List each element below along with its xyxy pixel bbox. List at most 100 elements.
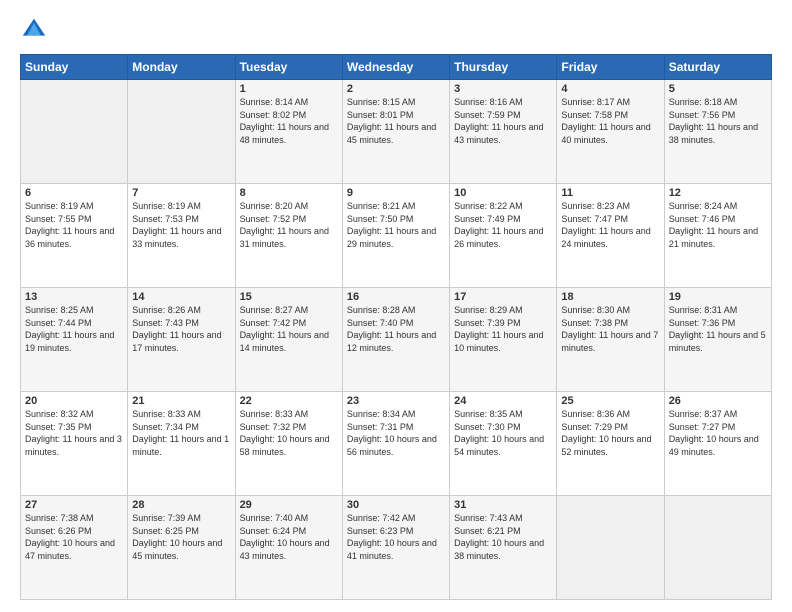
day-header-wednesday: Wednesday [342,55,449,80]
calendar-cell: 14Sunrise: 8:26 AM Sunset: 7:43 PM Dayli… [128,288,235,392]
day-number: 15 [240,291,338,303]
day-number: 25 [561,395,659,407]
logo-icon [20,16,48,44]
cell-info: Sunrise: 8:33 AM Sunset: 7:32 PM Dayligh… [240,408,338,458]
calendar-cell: 17Sunrise: 8:29 AM Sunset: 7:39 PM Dayli… [450,288,557,392]
day-number: 14 [132,291,230,303]
day-number: 6 [25,187,123,199]
calendar-cell: 1Sunrise: 8:14 AM Sunset: 8:02 PM Daylig… [235,80,342,184]
cell-info: Sunrise: 8:28 AM Sunset: 7:40 PM Dayligh… [347,304,445,354]
cell-info: Sunrise: 8:24 AM Sunset: 7:46 PM Dayligh… [669,200,767,250]
day-number: 11 [561,187,659,199]
calendar: SundayMondayTuesdayWednesdayThursdayFrid… [20,54,772,600]
cell-info: Sunrise: 8:33 AM Sunset: 7:34 PM Dayligh… [132,408,230,458]
cell-info: Sunrise: 7:40 AM Sunset: 6:24 PM Dayligh… [240,512,338,562]
day-number: 12 [669,187,767,199]
calendar-cell: 26Sunrise: 8:37 AM Sunset: 7:27 PM Dayli… [664,392,771,496]
calendar-cell: 23Sunrise: 8:34 AM Sunset: 7:31 PM Dayli… [342,392,449,496]
cell-info: Sunrise: 7:42 AM Sunset: 6:23 PM Dayligh… [347,512,445,562]
week-row-5: 27Sunrise: 7:38 AM Sunset: 6:26 PM Dayli… [21,496,772,600]
calendar-cell [557,496,664,600]
calendar-cell: 22Sunrise: 8:33 AM Sunset: 7:32 PM Dayli… [235,392,342,496]
day-number: 2 [347,83,445,95]
calendar-cell: 18Sunrise: 8:30 AM Sunset: 7:38 PM Dayli… [557,288,664,392]
day-number: 30 [347,499,445,511]
day-number: 31 [454,499,552,511]
cell-info: Sunrise: 8:19 AM Sunset: 7:55 PM Dayligh… [25,200,123,250]
day-header-tuesday: Tuesday [235,55,342,80]
cell-info: Sunrise: 7:39 AM Sunset: 6:25 PM Dayligh… [132,512,230,562]
calendar-cell: 13Sunrise: 8:25 AM Sunset: 7:44 PM Dayli… [21,288,128,392]
day-number: 13 [25,291,123,303]
cell-info: Sunrise: 8:20 AM Sunset: 7:52 PM Dayligh… [240,200,338,250]
calendar-cell: 6Sunrise: 8:19 AM Sunset: 7:55 PM Daylig… [21,184,128,288]
day-number: 23 [347,395,445,407]
cell-info: Sunrise: 8:17 AM Sunset: 7:58 PM Dayligh… [561,96,659,146]
cell-info: Sunrise: 8:16 AM Sunset: 7:59 PM Dayligh… [454,96,552,146]
week-row-2: 6Sunrise: 8:19 AM Sunset: 7:55 PM Daylig… [21,184,772,288]
cell-info: Sunrise: 8:31 AM Sunset: 7:36 PM Dayligh… [669,304,767,354]
calendar-cell: 16Sunrise: 8:28 AM Sunset: 7:40 PM Dayli… [342,288,449,392]
cell-info: Sunrise: 7:43 AM Sunset: 6:21 PM Dayligh… [454,512,552,562]
cell-info: Sunrise: 8:32 AM Sunset: 7:35 PM Dayligh… [25,408,123,458]
cell-info: Sunrise: 8:26 AM Sunset: 7:43 PM Dayligh… [132,304,230,354]
day-header-sunday: Sunday [21,55,128,80]
calendar-cell [664,496,771,600]
day-number: 28 [132,499,230,511]
calendar-cell: 2Sunrise: 8:15 AM Sunset: 8:01 PM Daylig… [342,80,449,184]
day-number: 4 [561,83,659,95]
day-header-saturday: Saturday [664,55,771,80]
cell-info: Sunrise: 8:23 AM Sunset: 7:47 PM Dayligh… [561,200,659,250]
cell-info: Sunrise: 8:34 AM Sunset: 7:31 PM Dayligh… [347,408,445,458]
calendar-cell: 29Sunrise: 7:40 AM Sunset: 6:24 PM Dayli… [235,496,342,600]
day-number: 29 [240,499,338,511]
day-number: 27 [25,499,123,511]
calendar-cell: 27Sunrise: 7:38 AM Sunset: 6:26 PM Dayli… [21,496,128,600]
week-row-1: 1Sunrise: 8:14 AM Sunset: 8:02 PM Daylig… [21,80,772,184]
calendar-cell: 12Sunrise: 8:24 AM Sunset: 7:46 PM Dayli… [664,184,771,288]
logo [20,16,52,44]
day-number: 19 [669,291,767,303]
calendar-cell: 3Sunrise: 8:16 AM Sunset: 7:59 PM Daylig… [450,80,557,184]
header-row: SundayMondayTuesdayWednesdayThursdayFrid… [21,55,772,80]
calendar-cell: 28Sunrise: 7:39 AM Sunset: 6:25 PM Dayli… [128,496,235,600]
cell-info: Sunrise: 8:36 AM Sunset: 7:29 PM Dayligh… [561,408,659,458]
calendar-cell: 30Sunrise: 7:42 AM Sunset: 6:23 PM Dayli… [342,496,449,600]
day-header-friday: Friday [557,55,664,80]
calendar-cell: 20Sunrise: 8:32 AM Sunset: 7:35 PM Dayli… [21,392,128,496]
cell-info: Sunrise: 7:38 AM Sunset: 6:26 PM Dayligh… [25,512,123,562]
calendar-cell: 15Sunrise: 8:27 AM Sunset: 7:42 PM Dayli… [235,288,342,392]
day-number: 16 [347,291,445,303]
calendar-cell: 7Sunrise: 8:19 AM Sunset: 7:53 PM Daylig… [128,184,235,288]
day-number: 8 [240,187,338,199]
calendar-cell: 4Sunrise: 8:17 AM Sunset: 7:58 PM Daylig… [557,80,664,184]
day-number: 7 [132,187,230,199]
day-number: 10 [454,187,552,199]
cell-info: Sunrise: 8:21 AM Sunset: 7:50 PM Dayligh… [347,200,445,250]
day-number: 18 [561,291,659,303]
cell-info: Sunrise: 8:19 AM Sunset: 7:53 PM Dayligh… [132,200,230,250]
calendar-cell: 10Sunrise: 8:22 AM Sunset: 7:49 PM Dayli… [450,184,557,288]
day-number: 1 [240,83,338,95]
cell-info: Sunrise: 8:14 AM Sunset: 8:02 PM Dayligh… [240,96,338,146]
cell-info: Sunrise: 8:35 AM Sunset: 7:30 PM Dayligh… [454,408,552,458]
cell-info: Sunrise: 8:37 AM Sunset: 7:27 PM Dayligh… [669,408,767,458]
calendar-cell: 11Sunrise: 8:23 AM Sunset: 7:47 PM Dayli… [557,184,664,288]
calendar-cell: 5Sunrise: 8:18 AM Sunset: 7:56 PM Daylig… [664,80,771,184]
cell-info: Sunrise: 8:15 AM Sunset: 8:01 PM Dayligh… [347,96,445,146]
week-row-3: 13Sunrise: 8:25 AM Sunset: 7:44 PM Dayli… [21,288,772,392]
calendar-cell: 21Sunrise: 8:33 AM Sunset: 7:34 PM Dayli… [128,392,235,496]
cell-info: Sunrise: 8:25 AM Sunset: 7:44 PM Dayligh… [25,304,123,354]
header [20,16,772,44]
day-number: 17 [454,291,552,303]
day-number: 26 [669,395,767,407]
day-number: 20 [25,395,123,407]
week-row-4: 20Sunrise: 8:32 AM Sunset: 7:35 PM Dayli… [21,392,772,496]
day-header-thursday: Thursday [450,55,557,80]
day-number: 24 [454,395,552,407]
cell-info: Sunrise: 8:22 AM Sunset: 7:49 PM Dayligh… [454,200,552,250]
cell-info: Sunrise: 8:18 AM Sunset: 7:56 PM Dayligh… [669,96,767,146]
calendar-cell: 8Sunrise: 8:20 AM Sunset: 7:52 PM Daylig… [235,184,342,288]
day-header-monday: Monday [128,55,235,80]
calendar-cell: 25Sunrise: 8:36 AM Sunset: 7:29 PM Dayli… [557,392,664,496]
